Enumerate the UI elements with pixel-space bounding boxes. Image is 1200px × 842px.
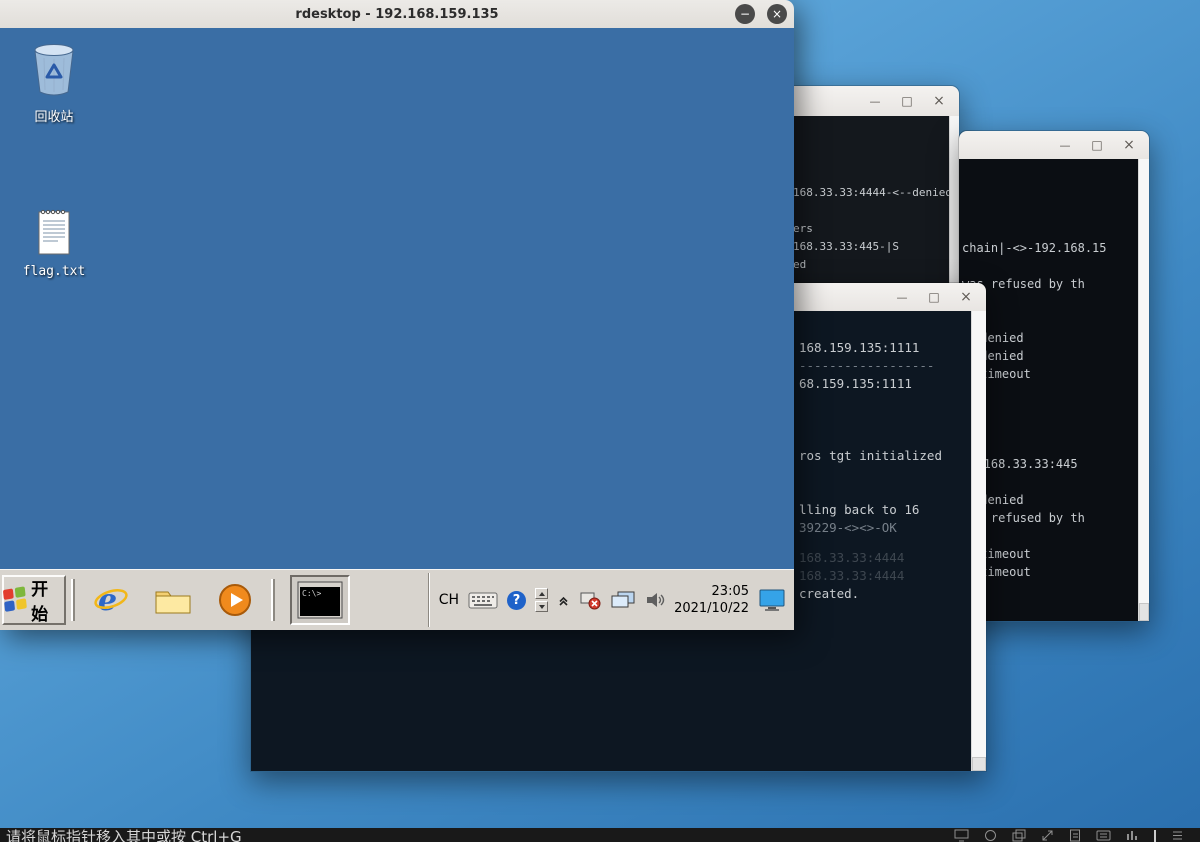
command-prompt-icon: C:\>: [297, 581, 343, 619]
recycle-bin-icon: [34, 44, 74, 96]
text-file-icon: [38, 209, 70, 255]
terminal-line: ed: [793, 258, 807, 271]
maximize-icon[interactable]: [1087, 135, 1107, 155]
viewer-status-bar: 请将鼠标指针移入其中或按 Ctrl+G: [0, 828, 1200, 842]
windows-logo-icon: [2, 586, 28, 614]
maximize-icon[interactable]: [897, 91, 917, 111]
terminal-line: lling back to 16: [799, 502, 920, 517]
window-title: rdesktop - 192.168.159.135: [295, 6, 499, 22]
terminal-line: ros tgt initialized: [799, 448, 942, 463]
ie-icon: e: [94, 583, 128, 618]
terminal-line: created.: [799, 586, 860, 601]
close-icon[interactable]: [929, 91, 949, 111]
record-icon[interactable]: [984, 829, 997, 842]
keyboard-icon[interactable]: [1096, 830, 1111, 841]
terminal-line: 68.159.135:1111: [799, 376, 912, 391]
clock-time: 23:05: [711, 584, 749, 599]
minimize-icon[interactable]: [892, 287, 912, 307]
terminal-line: 168.33.33:445-|S: [793, 240, 899, 253]
taskbar-grip[interactable]: [271, 579, 275, 621]
quick-launch-internet-explorer[interactable]: e: [91, 577, 131, 623]
terminal-line: ers: [793, 222, 813, 235]
terminal-b-output[interactable]: chain|-<>-192.168.15 was refused by th -…: [959, 159, 1149, 621]
scrollbar[interactable]: [971, 311, 986, 771]
offline-status-icon[interactable]: [579, 590, 601, 610]
rdesktop-window: rdesktop - 192.168.159.135 回收站: [0, 0, 794, 630]
help-icon[interactable]: [507, 590, 527, 610]
language-indicator[interactable]: CH: [439, 592, 459, 608]
start-button[interactable]: 开始: [2, 575, 66, 625]
terminal-b-titlebar[interactable]: [959, 131, 1149, 160]
terminal-line: 168.33.33:4444: [799, 568, 905, 583]
windows-icon[interactable]: [1012, 829, 1026, 842]
close-icon[interactable]: [767, 4, 787, 24]
terminal-line: ------------------: [799, 358, 935, 373]
rdesktop-titlebar[interactable]: rdesktop - 192.168.159.135: [0, 0, 794, 29]
terminal-line: 168.33.33:4444: [799, 550, 905, 565]
display-tray-icon[interactable]: [758, 588, 786, 612]
svg-text:C:\>: C:\>: [302, 589, 321, 598]
svg-text:e: e: [98, 583, 117, 618]
menu-icon[interactable]: [1171, 829, 1184, 842]
flag-txt-desktop-icon[interactable]: flag.txt: [12, 206, 96, 279]
keyboard-icon[interactable]: [468, 592, 498, 609]
quick-launch-explorer[interactable]: [153, 577, 193, 623]
status-hint: 请将鼠标指针移入其中或按 Ctrl+G: [6, 828, 242, 842]
volume-icon[interactable]: [645, 591, 665, 609]
recycle-bin-desktop-icon[interactable]: 回收站: [12, 38, 96, 125]
minimize-icon[interactable]: [865, 91, 885, 111]
minimize-icon[interactable]: [1055, 135, 1075, 155]
windows-desktop[interactable]: 回收站 flag.txt 开始 e C:\> CH ? 23:05 2021/1…: [0, 28, 794, 630]
close-icon[interactable]: [956, 287, 976, 307]
scrollbar-button[interactable]: [1139, 603, 1149, 621]
clock-date: 2021/10/22: [674, 601, 749, 616]
quick-launch-media-player[interactable]: [215, 577, 255, 623]
taskbar-grip[interactable]: [71, 579, 75, 621]
terminal-line: 168.159.135:1111: [799, 340, 920, 355]
terminal-line: 168.33.33:4444-<--denied: [793, 186, 952, 199]
command-prompt-task-button[interactable]: C:\>: [290, 575, 350, 625]
terminal-line: chain|-<>-192.168.15: [962, 241, 1107, 255]
document-icon[interactable]: [1069, 829, 1081, 842]
network-screens-icon[interactable]: [610, 590, 636, 610]
maximize-icon[interactable]: [924, 287, 944, 307]
toolbar-divider: [1154, 829, 1156, 842]
display-icon[interactable]: [954, 829, 969, 842]
spinner-icon[interactable]: [535, 588, 549, 612]
start-button-label: 开始: [31, 580, 49, 625]
hide-icons-chevron-icon[interactable]: [557, 594, 570, 607]
scrollbar-button[interactable]: [972, 757, 986, 771]
system-tray: CH ? 23:05 2021/10/22: [427, 573, 794, 627]
windows-taskbar: 开始 e C:\> CH ? 23:05 2021/10/22: [0, 569, 794, 630]
screen: 168.33.33:4444-<--denied ers 168.33.33:4…: [0, 0, 1200, 842]
chart-icon[interactable]: [1126, 829, 1139, 842]
desktop-icon-label: 回收站: [34, 110, 74, 125]
resize-icon[interactable]: [1041, 829, 1054, 842]
minimize-icon[interactable]: [735, 4, 755, 24]
desktop-icon-label: flag.txt: [22, 264, 86, 279]
viewer-toolbar: [954, 829, 1184, 842]
close-icon[interactable]: [1119, 135, 1139, 155]
folder-icon: [155, 591, 191, 614]
terminal-line: 39229-<><>-OK: [799, 520, 897, 535]
tray-clock[interactable]: 23:05 2021/10/22: [674, 583, 749, 617]
scrollbar[interactable]: [1138, 159, 1149, 621]
media-player-icon: [219, 584, 251, 616]
